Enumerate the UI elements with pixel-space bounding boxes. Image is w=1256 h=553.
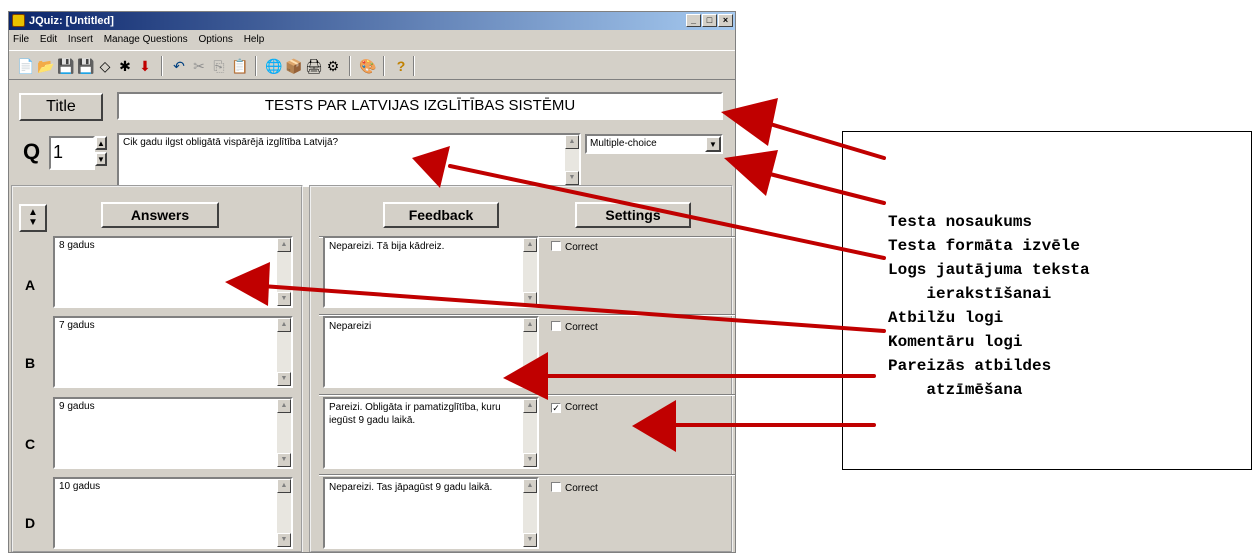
arrow-question — [448, 164, 886, 260]
arrow-format — [760, 170, 886, 205]
arrowhead-feedback — [503, 352, 548, 400]
arrow-answers — [260, 284, 886, 333]
arrow-title — [758, 119, 886, 160]
arrowhead-question — [412, 146, 450, 188]
arrowhead-title — [721, 98, 778, 146]
arrowhead-answers — [225, 262, 270, 306]
annotation-arrows — [225, 98, 886, 452]
arrowhead-correct — [632, 400, 676, 452]
arrowhead-format — [724, 150, 778, 196]
